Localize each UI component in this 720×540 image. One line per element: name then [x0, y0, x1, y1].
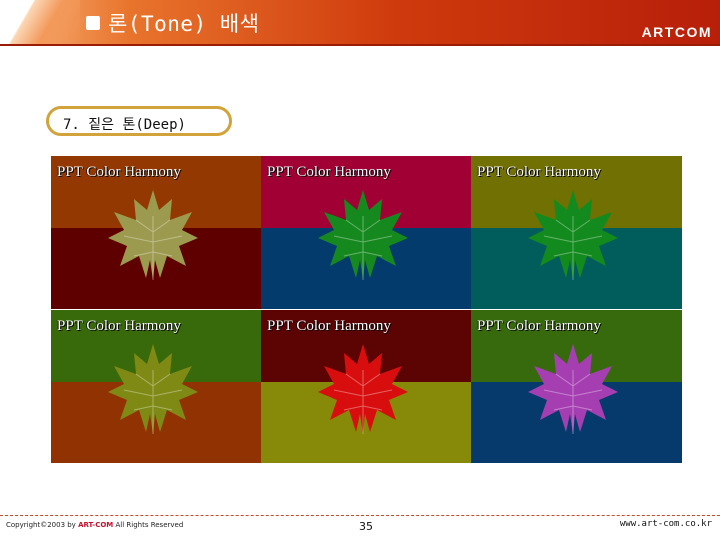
color-harmony-tile: PPT Color Harmony — [471, 310, 682, 463]
copyright-notice: Copyright©2003 by ART-COM All Rights Res… — [6, 521, 183, 529]
maple-leaf-icon — [108, 190, 198, 280]
copyright-prefix: Copyright©2003 by — [6, 521, 79, 529]
copyright-suffix: All Rights Reserved — [113, 521, 184, 529]
color-harmony-tile: PPT Color Harmony — [51, 156, 262, 309]
maple-leaf-icon — [528, 344, 618, 434]
section-label: 7. 짙은 톤(Deep) — [63, 117, 186, 133]
copyright-brand: ART-COM — [78, 521, 114, 529]
maple-leaf-icon — [528, 190, 618, 280]
tile-caption: PPT Color Harmony — [267, 164, 391, 180]
maple-leaf-icon — [318, 190, 408, 280]
slide-title-text: 론(Tone) 배색 — [108, 12, 260, 36]
tile-caption: PPT Color Harmony — [267, 318, 391, 334]
slide-header: 론(Tone) 배색 ARTCOM — [0, 0, 720, 44]
tile-caption: PPT Color Harmony — [477, 318, 601, 334]
maple-leaf-icon — [318, 344, 408, 434]
color-harmony-tile: PPT Color Harmony — [261, 310, 472, 463]
brand-logo-text: ARTCOM — [641, 24, 712, 40]
color-harmony-tile: PPT Color Harmony — [471, 156, 682, 309]
color-harmony-tile: PPT Color Harmony — [51, 310, 262, 463]
header-corner-decoration — [0, 0, 80, 44]
slide-title: 론(Tone) 배색 — [86, 8, 259, 38]
square-bullet-icon — [86, 16, 100, 30]
color-harmony-tile: PPT Color Harmony — [261, 156, 472, 309]
header-divider — [0, 44, 720, 46]
section-label-pill: 7. 짙은 톤(Deep) — [46, 106, 232, 136]
tile-caption: PPT Color Harmony — [57, 318, 181, 334]
footer-divider — [0, 515, 720, 516]
website-url: www.art-com.co.kr — [619, 519, 712, 529]
page-number: 35 — [359, 520, 373, 533]
tile-caption: PPT Color Harmony — [57, 164, 181, 180]
tile-caption: PPT Color Harmony — [477, 164, 601, 180]
maple-leaf-icon — [108, 344, 198, 434]
